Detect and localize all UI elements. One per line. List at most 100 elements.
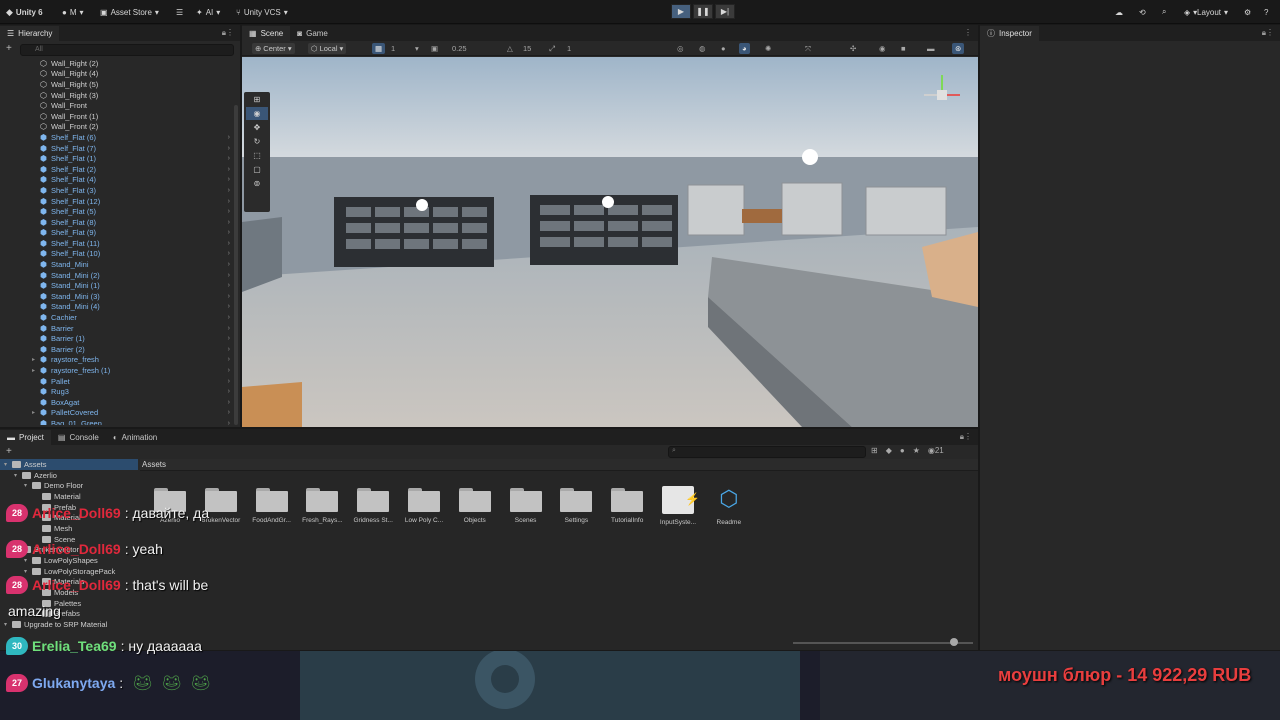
camera-dropdown[interactable]: ■	[898, 43, 909, 54]
hierarchy-item[interactable]: ⬢ Rug3 ›	[0, 386, 240, 397]
rect-tool-button[interactable]: ▢	[246, 163, 268, 176]
hierarchy-item[interactable]: ⬡ Wall_Right (4)	[0, 69, 240, 80]
expand-arrow-icon[interactable]: ▾	[4, 461, 12, 468]
hierarchy-item[interactable]: ⬢ Shelf_Flat (3) ›	[0, 185, 240, 196]
hierarchy-item[interactable]: ⬢ Shelf_Flat (4) ›	[0, 175, 240, 186]
project-search-input[interactable]: ⌕	[668, 446, 866, 458]
space-dropdown[interactable]: ⬡ Local ▾	[308, 43, 347, 54]
project-tree-item[interactable]: ▾ Assets	[0, 459, 138, 470]
hierarchy-item[interactable]: ▸ ⬢ raystore_fresh (1) ›	[0, 365, 240, 376]
pause-button[interactable]: ❚❚	[693, 4, 713, 19]
asset-tile[interactable]: Objects	[450, 484, 500, 536]
angle-snap-field[interactable]: 15	[520, 43, 534, 54]
hierarchy-item[interactable]: ⬢ Shelf_Flat (6) ›	[0, 132, 240, 143]
chevron-right-icon[interactable]: ›	[228, 346, 230, 353]
tab-inspector[interactable]: ⓘ Inspector	[980, 26, 1039, 41]
hidden-packages-toggle[interactable]: ◉21	[928, 446, 944, 455]
scale-snap-toggle[interactable]: ⤢	[546, 43, 558, 54]
tab-hierarchy[interactable]: ☰ Hierarchy	[0, 26, 60, 41]
move-tool-button[interactable]: ✥	[246, 121, 268, 134]
asset-tile[interactable]: Gridness St...	[348, 484, 398, 536]
filter-type-icon[interactable]: ⊞	[871, 446, 878, 455]
2d-toggle[interactable]: ⤧	[802, 43, 814, 54]
hierarchy-item[interactable]: ⬡ Wall_Right (5)	[0, 79, 240, 90]
expand-arrow-icon[interactable]: ▾	[24, 482, 32, 489]
chevron-right-icon[interactable]: ›	[228, 134, 230, 141]
create-asset-button[interactable]: +	[6, 446, 12, 457]
shading-shaded-button[interactable]: ◕	[739, 43, 750, 54]
expand-arrow-icon[interactable]: ▾	[24, 568, 32, 575]
snap-increment-field[interactable]: 0.25	[449, 43, 470, 54]
hierarchy-item[interactable]: ⬢ Barrier (1) ›	[0, 333, 240, 344]
more-options-icon[interactable]: ⋮	[226, 28, 234, 37]
project-tree-item[interactable]: ▾ Azerlio	[0, 470, 138, 481]
orientation-toggle[interactable]: ◎	[674, 43, 687, 54]
chevron-right-icon[interactable]: ›	[228, 325, 230, 332]
icon-size-slider-handle[interactable]	[950, 638, 958, 646]
chevron-right-icon[interactable]: ›	[228, 261, 230, 268]
hierarchy-item[interactable]: ⬢ Stand_Mini ›	[0, 259, 240, 270]
layers-dropdown[interactable]: ◈ ▾	[1184, 5, 1197, 19]
hierarchy-item[interactable]: ⬢ Shelf_Flat (7) ›	[0, 143, 240, 154]
history-button[interactable]: ⟲	[1139, 5, 1146, 19]
icon-size-slider-track[interactable]	[793, 642, 973, 644]
tab-scene[interactable]: ▦ Scene	[242, 26, 291, 41]
asset-tile[interactable]: ⚡ InputSyste...	[653, 484, 703, 536]
angle-snap-toggle[interactable]: △	[504, 43, 516, 54]
hierarchy-item[interactable]: ⬢ Shelf_Flat (2) ›	[0, 164, 240, 175]
chevron-right-icon[interactable]: ›	[228, 240, 230, 247]
hierarchy-item[interactable]: ⬢ Shelf_Flat (10) ›	[0, 249, 240, 260]
cloud-button[interactable]: ☁	[1115, 5, 1123, 19]
hierarchy-item[interactable]: ⬡ Wall_Right (2)	[0, 58, 240, 69]
label-icon[interactable]: ◆	[886, 446, 892, 455]
expand-arrow-icon[interactable]: ▸	[32, 367, 35, 374]
hierarchy-item[interactable]: ⬢ BoxAgat ›	[0, 397, 240, 408]
hierarchy-search-input[interactable]: All	[20, 44, 234, 56]
chevron-right-icon[interactable]: ›	[228, 420, 230, 425]
chevron-right-icon[interactable]: ›	[228, 367, 230, 374]
chevron-right-icon[interactable]: ›	[228, 293, 230, 300]
expand-arrow-icon[interactable]: ▸	[32, 409, 35, 416]
visibility-toggle[interactable]: ◉	[876, 43, 889, 54]
chevron-right-icon[interactable]: ›	[228, 314, 230, 321]
asset-tile[interactable]: Fresh_Rays...	[297, 484, 347, 536]
shading-solid-button[interactable]: ●	[718, 43, 729, 54]
chevron-right-icon[interactable]: ›	[228, 166, 230, 173]
scene-viewport[interactable]: ⊞ ◉ ✥ ↻ ⬚ ▢ ⊚ ✋ ✥ ✕ ≡ ▦ ◯ ⊕ ⌕ ✛ ▤	[242, 57, 978, 427]
hierarchy-item[interactable]: ⬢ Shelf_Flat (1) ›	[0, 153, 240, 164]
hierarchy-item[interactable]: ⬡ Wall_Right (3)	[0, 90, 240, 101]
eye-icon[interactable]: ●	[900, 446, 905, 455]
gizmos-dropdown[interactable]: ⊛	[952, 43, 965, 54]
overlay-menu-button[interactable]: ⊞	[246, 93, 268, 106]
hierarchy-item[interactable]: ⬢ Barrier ›	[0, 323, 240, 334]
search-button[interactable]: ⌕	[1162, 5, 1166, 19]
shading-wireframe-button[interactable]: ◍	[696, 43, 709, 54]
play-button[interactable]: ▶	[671, 4, 691, 19]
chevron-right-icon[interactable]: ›	[228, 409, 230, 416]
asset-tile[interactable]: Scenes	[501, 484, 551, 536]
lighting-toggle[interactable]: ✺	[762, 43, 774, 54]
asset-tile[interactable]: TutorialInfo	[602, 484, 652, 536]
expand-arrow-icon[interactable]: ▾	[14, 472, 22, 479]
hierarchy-item[interactable]: ⬢ Barrier (2) ›	[0, 344, 240, 355]
grid-size-field[interactable]: 1	[388, 43, 398, 54]
expand-arrow-icon[interactable]: ▾	[24, 557, 32, 564]
chevron-right-icon[interactable]: ›	[228, 250, 230, 257]
chevron-right-icon[interactable]: ›	[228, 198, 230, 205]
chevron-right-icon[interactable]: ›	[228, 399, 230, 406]
scale-tool-button[interactable]: ⬚	[246, 149, 268, 162]
chevron-right-icon[interactable]: ›	[228, 176, 230, 183]
transform-tool-button[interactable]: ⊚	[246, 177, 268, 190]
project-tree-item[interactable]: Mesh	[0, 523, 138, 534]
ai-dropdown[interactable]: ✦ AI ▾	[196, 5, 220, 19]
settings-button[interactable]: ⚙	[1244, 5, 1251, 19]
project-tree-item[interactable]: ▾ Demo Floor	[0, 480, 138, 491]
hierarchy-item[interactable]: ⬡ Wall_Front	[0, 100, 240, 111]
hierarchy-item[interactable]: ⬢ Shelf_Flat (8) ›	[0, 217, 240, 228]
step-button[interactable]: ▶|	[715, 4, 735, 19]
hierarchy-item[interactable]: ⬢ Bag_01_Green ›	[0, 418, 240, 425]
expand-arrow-icon[interactable]: ▾	[4, 621, 12, 628]
star-icon[interactable]: ★	[913, 446, 920, 455]
tab-game[interactable]: ◙ Game	[290, 26, 335, 41]
hierarchy-item[interactable]: ⬢ Stand_Mini (4) ›	[0, 302, 240, 313]
